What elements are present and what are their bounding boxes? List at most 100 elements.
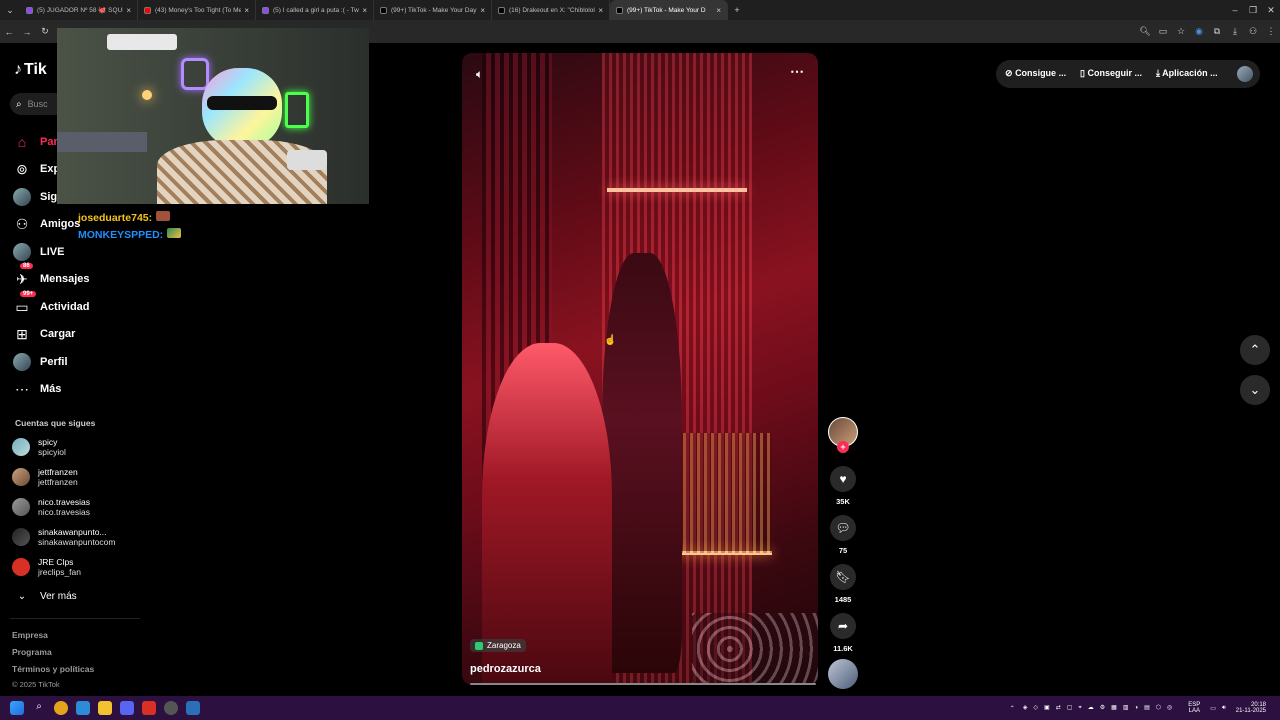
nav-item-5[interactable]: LIVE: [12, 241, 64, 263]
mouse-cursor-icon: ☝: [604, 335, 617, 346]
bookmark-star-icon[interactable]: ☆: [1172, 26, 1190, 37]
browser-menu-icon[interactable]: ⋮: [1262, 26, 1280, 37]
like-button[interactable]: ♥: [830, 466, 856, 492]
footer-link-empresa[interactable]: Empresa: [12, 630, 48, 640]
footer-link-terms[interactable]: Términos y políticas: [12, 664, 94, 674]
reload-icon[interactable]: ↻: [36, 26, 54, 37]
back-icon[interactable]: ←: [0, 27, 18, 37]
tab-close-icon[interactable]: ×: [362, 6, 367, 15]
video-author[interactable]: pedrozazurca: [470, 663, 541, 675]
new-tab-icon[interactable]: +: [728, 5, 746, 15]
obs-icon[interactable]: [164, 701, 178, 715]
location-label: Zaragoza: [487, 641, 521, 650]
start-icon[interactable]: [10, 701, 24, 715]
extension-icon[interactable]: ◉: [1190, 26, 1208, 37]
user-avatar[interactable]: [1237, 66, 1253, 82]
tab-label: (16) Drakeout en X: "Chiblolol: [509, 6, 595, 14]
account-handle: jettfranzen: [38, 477, 78, 487]
save-button[interactable]: 🔖︎: [830, 564, 856, 590]
puzzle-icon[interactable]: ⧉: [1208, 26, 1226, 37]
streamer-sunglasses: [207, 96, 277, 110]
account-name: JRE Clps: [38, 557, 74, 567]
nav-item-7[interactable]: ▭ 99+ Actividad: [12, 291, 90, 318]
see-more-button[interactable]: ⌄ Ver más: [12, 585, 77, 607]
photos-icon[interactable]: [76, 701, 90, 715]
network-icon[interactable]: ▭: [1210, 705, 1216, 712]
tab-close-icon[interactable]: ×: [480, 6, 485, 15]
dancer-figure: [602, 253, 682, 673]
tray-icons[interactable]: ◈◇▣⇄▢⌖☁⚙▦▥◑▤⬡◎: [1023, 704, 1178, 712]
tab-close-icon[interactable]: ×: [126, 6, 131, 15]
follow-plus-icon[interactable]: +: [837, 441, 849, 453]
followed-account[interactable]: jettfranzen jettfranzen: [12, 467, 78, 487]
chat-username: joseduarte745:: [78, 212, 153, 224]
nav-item-9[interactable]: Perfil: [12, 351, 68, 373]
more-options-icon[interactable]: ⋯: [790, 63, 804, 80]
more-icon: ⋯: [15, 380, 29, 397]
video-progress-bar[interactable]: [470, 683, 816, 685]
tab-close-icon[interactable]: ×: [716, 6, 721, 15]
activity-icon: ▭ 99+: [12, 291, 37, 317]
volume-tray-icon[interactable]: 🔊︎: [1222, 705, 1226, 712]
discord-icon[interactable]: [120, 701, 134, 715]
forward-icon[interactable]: →: [18, 27, 36, 37]
settings-icon[interactable]: [186, 701, 200, 715]
browser-tab[interactable]: (5) JUGADOR Nº 58 🐙 SQUID ×: [20, 0, 138, 20]
next-video-button[interactable]: ⌄: [1240, 375, 1270, 405]
nav-item-10[interactable]: ⋯ Más: [12, 378, 61, 400]
restore-icon[interactable]: ❐: [1244, 5, 1262, 16]
followed-account[interactable]: nico.travesias nico.travesias: [12, 497, 90, 517]
previous-video-button[interactable]: ⌃: [1240, 335, 1270, 365]
followed-account[interactable]: JRE Clps jreclips_fan: [12, 557, 81, 577]
nav-label: Par: [40, 136, 58, 148]
chrome-icon[interactable]: [54, 701, 68, 715]
comment-button[interactable]: 💬︎: [830, 515, 856, 541]
video-player[interactable]: 🔈︎ ⋯ Zaragoza pedrozazurca ☝: [462, 53, 818, 685]
search-icon: ⌕: [16, 98, 22, 110]
close-window-icon[interactable]: ✕: [1262, 5, 1280, 16]
browser-tab[interactable]: (16) Drakeout en X: "Chiblolol ×: [492, 0, 610, 20]
nav-item-3[interactable]: Sig: [12, 186, 57, 208]
coins-button[interactable]: ⊘ Consigue ...: [1005, 68, 1066, 79]
nav-item-8[interactable]: ⊞ Cargar: [12, 323, 75, 345]
browser-tab[interactable]: (99+) TikTok - Make Your Day ×: [374, 0, 492, 20]
chevron-up-icon: ⌃: [1249, 342, 1261, 357]
nav-item-1[interactable]: ⌂ Par: [12, 131, 58, 153]
zoom-icon[interactable]: 🔍︎: [1136, 26, 1154, 37]
clock[interactable]: 20:18 21-11-2025: [1236, 702, 1266, 714]
followed-account[interactable]: spicy spicyiol: [12, 437, 66, 457]
cast-icon[interactable]: ▭: [1154, 26, 1172, 37]
profile-menu-icon[interactable]: ⚇: [1244, 26, 1262, 37]
bookmark-icon: 🔖︎: [835, 570, 851, 584]
download-icon[interactable]: ⤓: [1226, 26, 1244, 37]
footer-link-programa[interactable]: Programa: [12, 647, 52, 657]
volume-icon[interactable]: 🔈︎: [476, 67, 483, 82]
tab-close-icon[interactable]: ×: [244, 6, 249, 15]
nav-item-6[interactable]: ✈ 86 Mensajes: [12, 263, 90, 290]
search-taskbar-icon[interactable]: ⌕: [32, 701, 46, 715]
tiktok-logo[interactable]: ♪ Tik: [14, 61, 47, 79]
share-button[interactable]: ➦: [830, 613, 856, 639]
location-tag[interactable]: Zaragoza: [470, 639, 526, 652]
language-indicator[interactable]: ESP LAA: [1188, 702, 1200, 714]
see-more-label: Ver más: [40, 590, 77, 602]
save-count: 1485: [834, 595, 852, 604]
browser-tab[interactable]: (5) I called a girl a puta :( - Twit ×: [256, 0, 374, 20]
browser-tab[interactable]: (43) Money's Too Tight (To Men ×: [138, 0, 256, 20]
tab-label: (43) Money's Too Tight (To Men: [155, 6, 242, 14]
followed-account[interactable]: sinakawanpunto... sinakawanpuntocom: [12, 527, 116, 547]
get-coins-button[interactable]: ▯ Conseguir ...: [1080, 68, 1142, 79]
sound-disc[interactable]: [828, 659, 858, 689]
browser-tab[interactable]: (99+) TikTok - Make Your D ×: [610, 0, 728, 20]
minimize-icon[interactable]: –: [1226, 5, 1244, 15]
tab-list-icon[interactable]: ⌄: [0, 5, 20, 16]
file-explorer-icon[interactable]: [98, 701, 112, 715]
nav-item-4[interactable]: ⚇ Amigos: [12, 213, 81, 235]
tray-overflow-icon[interactable]: ⌃: [1010, 705, 1015, 712]
tab-close-icon[interactable]: ×: [598, 6, 603, 15]
search-placeholder: Busc: [27, 99, 48, 109]
nav-item-2[interactable]: ⊚ Exp: [12, 158, 60, 180]
app-red-icon[interactable]: [142, 701, 156, 715]
following-avatar-icon: [12, 187, 32, 207]
app-button[interactable]: ⤓ Aplicación ...: [1156, 68, 1218, 79]
